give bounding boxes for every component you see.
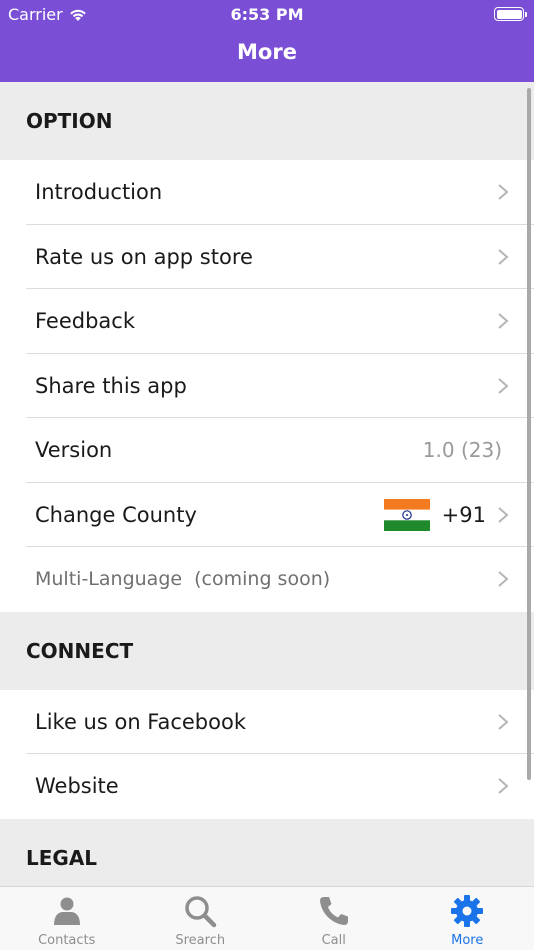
row-label: Share this app (35, 373, 187, 398)
chevron-right-icon (498, 778, 509, 795)
status-time: 6:53 PM (230, 5, 304, 24)
row-label: Feedback (35, 309, 136, 334)
row-multi-language[interactable]: Multi-Language (coming soon) (0, 547, 534, 612)
row-facebook[interactable]: Like us on Facebook (0, 689, 534, 754)
page-title: More (237, 40, 297, 64)
tab-call[interactable]: Call (267, 887, 401, 950)
status-bar: Carrier 6:53 PM (0, 0, 534, 28)
chevron-right-icon (498, 713, 509, 730)
tab-label: Call (321, 933, 346, 948)
section-header-connect: CONNECT (0, 611, 534, 690)
scrollbar[interactable] (527, 88, 531, 780)
country-selector: +91 (383, 498, 486, 531)
row-share-app[interactable]: Share this app (0, 353, 534, 418)
row-label: Introduction (35, 180, 163, 205)
section-header-legal: LEGAL (0, 818, 534, 886)
version-value: 1.0 (23) (422, 438, 502, 463)
row-version: Version 1.0 (23) (0, 418, 534, 483)
settings-list[interactable]: OPTION Introduction Rate us on app store… (0, 82, 534, 886)
row-introduction[interactable]: Introduction (0, 160, 534, 225)
country-code: +91 (441, 502, 486, 527)
row-rate-app[interactable]: Rate us on app store (0, 224, 534, 289)
row-website[interactable]: Website (0, 754, 534, 819)
search-icon (185, 896, 217, 928)
chevron-right-icon (498, 313, 509, 330)
row-label: Multi-Language (coming soon) (35, 568, 331, 591)
chevron-right-icon (498, 571, 509, 588)
row-label: Change County (35, 502, 197, 527)
india-flag-icon (383, 498, 430, 531)
person-icon (53, 897, 80, 925)
section-header-option: OPTION (0, 82, 534, 160)
tab-label: More (451, 933, 484, 948)
battery-icon (494, 7, 527, 21)
row-label: Website (35, 774, 119, 799)
tab-bar: Contacts Srearch Call More (0, 886, 534, 950)
row-label: Rate us on app store (35, 244, 253, 269)
row-feedback[interactable]: Feedback (0, 289, 534, 354)
tab-label: Srearch (175, 933, 226, 948)
tab-search[interactable]: Srearch (134, 887, 268, 950)
chevron-right-icon (498, 248, 509, 265)
chevron-right-icon (498, 377, 509, 394)
row-change-country[interactable]: Change County +91 (0, 482, 534, 547)
row-label: Version (35, 438, 113, 463)
gear-icon (451, 895, 484, 927)
navigation-bar: Carrier 6:53 PM More (0, 0, 534, 82)
chevron-right-icon (498, 506, 509, 523)
tab-contacts[interactable]: Contacts (0, 887, 134, 950)
tab-more[interactable]: More (401, 887, 534, 950)
tab-label: Contacts (38, 933, 96, 948)
phone-icon (319, 897, 348, 925)
chevron-right-icon (498, 184, 509, 201)
row-label: Like us on Facebook (35, 709, 246, 734)
